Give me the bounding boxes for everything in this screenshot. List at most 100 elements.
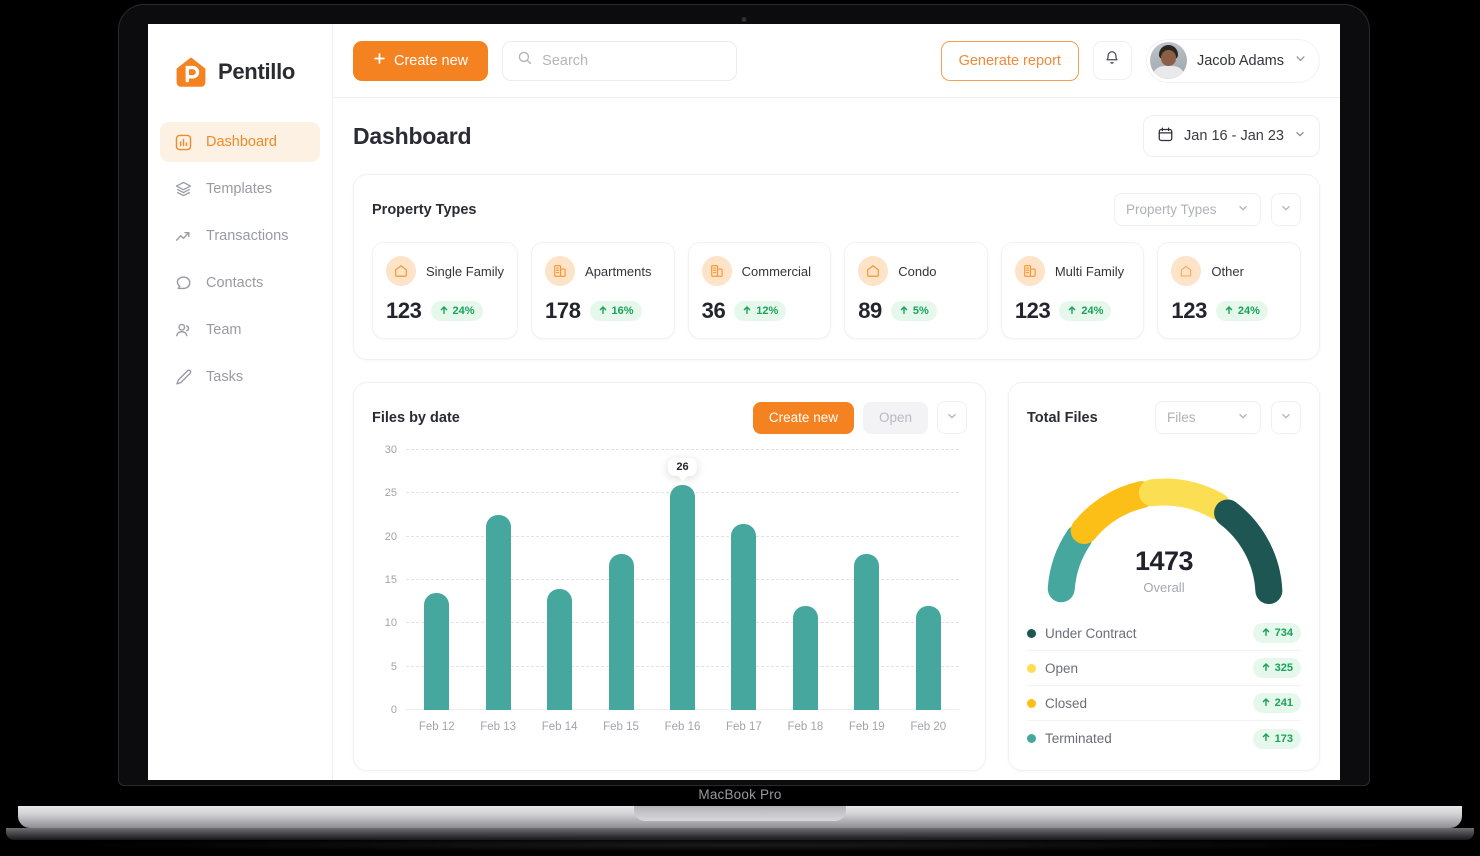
sidebar-item-tasks[interactable]: Tasks [160,357,320,397]
property-types-more-button[interactable] [1271,193,1301,226]
chart-open-button[interactable]: Open [862,401,928,434]
chart-y-tick: 10 [384,617,397,630]
arrow-up-icon [1261,627,1271,640]
chart-y-tick: 0 [390,704,397,716]
chart-bar-slot[interactable]: 26 Feb 16 [652,450,713,733]
plus-icon [373,52,386,69]
lower-row: Files by date Create new Open 0 5 10 15 20 25 [353,382,1320,771]
chart-bar-slot[interactable]: Feb 13 [467,450,528,733]
property-card[interactable]: Condo 89 5% [844,242,988,339]
chart-bar[interactable] [608,554,634,710]
arrow-up-icon [1261,662,1271,675]
chart-bar-slot[interactable]: Feb 18 [775,450,836,733]
chart-y-tick: 20 [384,530,397,543]
chart-bar-slot[interactable]: Feb 15 [590,450,651,733]
legend-row[interactable]: Under Contract 734 [1027,616,1301,651]
chevron-down-icon [1294,52,1307,70]
chart-bar-slot[interactable]: Feb 12 [406,450,467,733]
status-badge: 734 [1252,623,1301,643]
app-window: Pentillo Dashboard Templates Transaction… [148,24,1340,780]
search-input[interactable] [542,52,723,69]
gauge-segment[interactable] [1138,478,1231,520]
user-menu[interactable]: Jacob Adams [1145,38,1320,83]
chevron-down-icon [1237,202,1249,217]
property-types-filter-select[interactable]: Property Types [1114,193,1261,226]
sidebar-item-contacts[interactable]: Contacts [160,263,320,303]
total-files-legend: Under Contract 734 Open 325 Closed 241 Termina… [1027,616,1301,756]
arrow-up-icon [742,305,752,318]
chart-plot: 0 5 10 15 20 25 30 Feb 12 Feb 13 Feb 14 Feb 15 26 F… [385,444,959,733]
total-files-more-button[interactable] [1271,401,1301,434]
legend-row[interactable]: Open 325 [1027,651,1301,686]
generate-report-button[interactable]: Generate report [940,40,1079,81]
brand-name: Pentillo [218,59,296,84]
bell-icon [1103,49,1121,72]
legend-color-dot [1027,698,1036,708]
chart-bar[interactable] [915,606,941,710]
legend-row[interactable]: Closed 241 [1027,686,1301,721]
gauge-segment[interactable] [1070,481,1156,545]
total-files-title: Total Files [1027,409,1098,426]
sidebar-item-transactions[interactable]: Transactions [160,216,320,256]
property-card[interactable]: Commercial 36 12% [687,242,832,339]
status-badge: 24% [1215,301,1268,321]
property-card-value: 178 [545,298,581,323]
chart-bar-slot[interactable]: Feb 17 [713,450,774,733]
page-header: Dashboard Jan 16 - Jan 23 [353,98,1320,174]
chart-bar[interactable] [792,606,818,710]
notifications-button[interactable] [1092,41,1132,80]
total-files-filter-value: Files [1167,410,1196,425]
chart-bar[interactable] [854,554,880,710]
pencil-icon [174,368,193,387]
legend-label: Terminated [1045,731,1112,746]
sidebar-item-dashboard[interactable]: Dashboard [160,122,320,162]
chart-bar[interactable] [731,523,757,710]
property-card[interactable]: Other 123 24% [1157,242,1301,339]
badge-value: 173 [1274,732,1293,745]
chart-x-tick: Feb 14 [541,721,578,733]
sidebar-item-team[interactable]: Team [160,310,320,350]
property-card[interactable]: Apartments 178 16% [531,242,675,339]
chart-x-tick: Feb 15 [603,721,639,733]
chart-bar[interactable] [547,588,573,710]
property-card-label: Apartments [585,263,652,279]
gauge-center: 1473 Overall [1027,546,1301,595]
brand-logo[interactable]: Pentillo [148,44,332,100]
chart-bar-slot[interactable]: Feb 14 [529,450,590,733]
home-icon [386,256,416,286]
arrow-up-icon [899,305,909,318]
home-icon [858,256,889,286]
status-badge: 12% [734,301,787,321]
status-badge: 5% [890,301,937,321]
pentagon-home-icon [1171,256,1202,286]
status-badge: 241 [1252,693,1301,713]
chart-bar-slot[interactable]: Feb 19 [836,450,897,733]
badge-value: 241 [1274,697,1293,709]
total-files-filter-select[interactable]: Files [1155,401,1261,434]
building-icon [545,256,576,286]
chart-y-tick: 5 [390,660,397,673]
legend-row[interactable]: Terminated 173 [1027,721,1301,756]
badge-value: 12% [756,305,779,317]
files-by-date-more-button[interactable] [937,401,967,434]
layers-icon [174,180,193,199]
house-p-logo-icon [174,55,208,89]
badge-value: 325 [1274,662,1293,674]
create-new-button[interactable]: Create new [353,40,489,81]
chart-bar-slot[interactable]: Feb 20 [898,450,959,733]
badge-value: 734 [1274,627,1293,639]
chart-create-new-button[interactable]: Create new [752,401,854,434]
chart-bar[interactable] [485,515,511,710]
property-card[interactable]: Single Family 123 24% [372,242,519,339]
building-icon [1014,256,1045,286]
property-card[interactable]: Multi Family 123 24% [1000,242,1145,339]
property-types-header: Property Types Property Types [372,193,1301,226]
chart-bar[interactable]: 26 [668,457,697,710]
sidebar-item-templates[interactable]: Templates [160,169,320,209]
chevron-down-icon [946,409,958,427]
property-types-panel: Property Types Property Types Single Fam… [353,174,1320,360]
files-by-date-chart: 0 5 10 15 20 25 30 Feb 12 Feb 13 Feb 14 Feb 15 26 F… [372,442,967,742]
search-box[interactable] [502,40,738,81]
date-range-picker[interactable]: Jan 16 - Jan 23 [1143,115,1320,157]
chart-bar[interactable] [424,593,450,710]
